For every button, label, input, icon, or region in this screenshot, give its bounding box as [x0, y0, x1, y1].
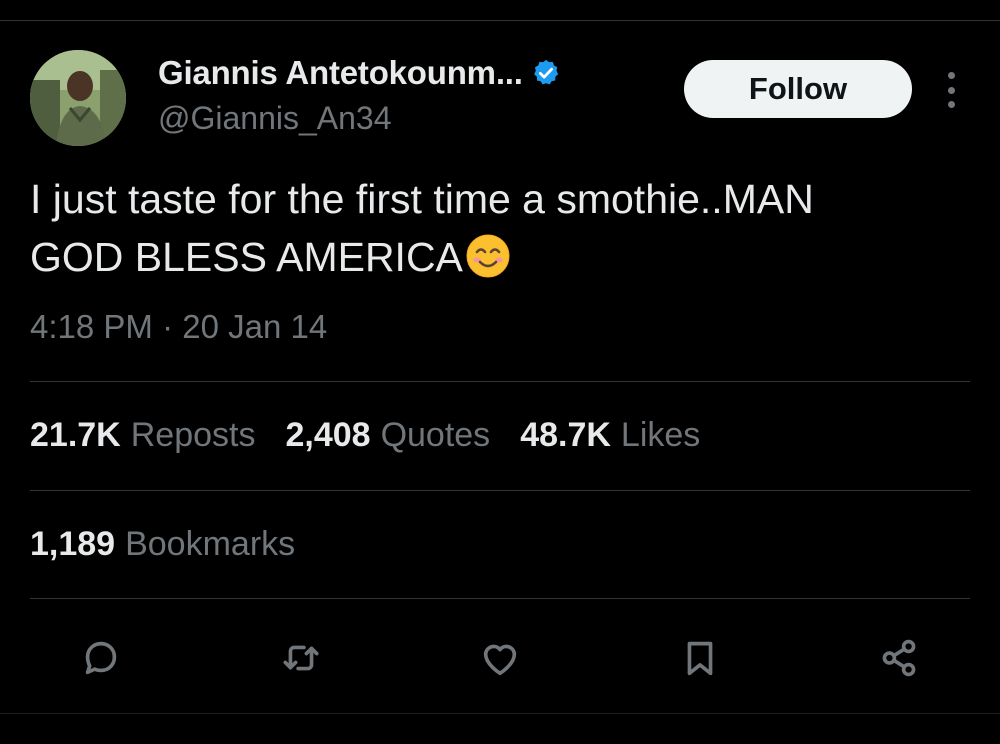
verified-badge-icon — [531, 58, 561, 88]
author-handle[interactable]: @Giannis_An34 — [158, 100, 392, 137]
reply-icon[interactable] — [71, 628, 131, 688]
quotes-stat[interactable]: 2,408 Quotes — [285, 416, 490, 455]
action-bar — [0, 628, 1000, 688]
top-divider — [0, 20, 1000, 21]
quotes-label: Quotes — [380, 416, 491, 454]
tweet-text-line-1: I just taste for the first time a smothi… — [30, 176, 814, 222]
tweet-timestamp[interactable]: 4:18 PM · 20 Jan 14 — [30, 308, 327, 346]
tweet-text-line-2-text: GOD BLESS AMERICA — [30, 234, 463, 280]
avatar-image — [30, 50, 126, 146]
bookmark-icon[interactable] — [670, 628, 730, 688]
likes-label: Likes — [620, 416, 701, 454]
bookmarks-stat[interactable]: 1,189 Bookmarks — [30, 525, 295, 564]
bookmarks-count: 1,189 — [30, 525, 116, 563]
smiling-face-emoji-icon — [465, 233, 511, 279]
likes-stat[interactable]: 48.7K Likes — [520, 416, 700, 455]
bottom-divider — [0, 713, 1000, 714]
likes-count: 48.7K — [520, 416, 611, 454]
engagement-stats: 21.7K Reposts 2,408 Quotes 48.7K Likes — [30, 416, 730, 455]
quotes-count: 2,408 — [285, 416, 371, 454]
bookmarks-label: Bookmarks — [125, 525, 296, 563]
divider — [30, 490, 970, 491]
divider — [30, 598, 970, 599]
reposts-count: 21.7K — [30, 416, 121, 454]
more-dot — [947, 86, 955, 94]
avatar[interactable] — [30, 50, 126, 146]
reposts-stat[interactable]: 21.7K Reposts — [30, 416, 255, 455]
author-name-row[interactable]: Giannis Antetokounm... — [158, 54, 561, 92]
like-icon[interactable] — [470, 628, 530, 688]
more-dot — [947, 101, 955, 108]
repost-icon[interactable] — [271, 628, 331, 688]
divider — [30, 381, 970, 382]
share-icon[interactable] — [869, 628, 929, 688]
more-dot — [947, 72, 955, 79]
author-display-name[interactable]: Giannis Antetokounm... — [158, 54, 523, 92]
follow-button[interactable]: Follow — [684, 60, 912, 118]
tweet-text: I just taste for the first time a smothi… — [30, 170, 970, 286]
tweet-text-line-2: GOD BLESS AMERICA — [30, 228, 970, 286]
reposts-label: Reposts — [130, 416, 256, 454]
more-vertical-icon[interactable] — [936, 68, 966, 112]
